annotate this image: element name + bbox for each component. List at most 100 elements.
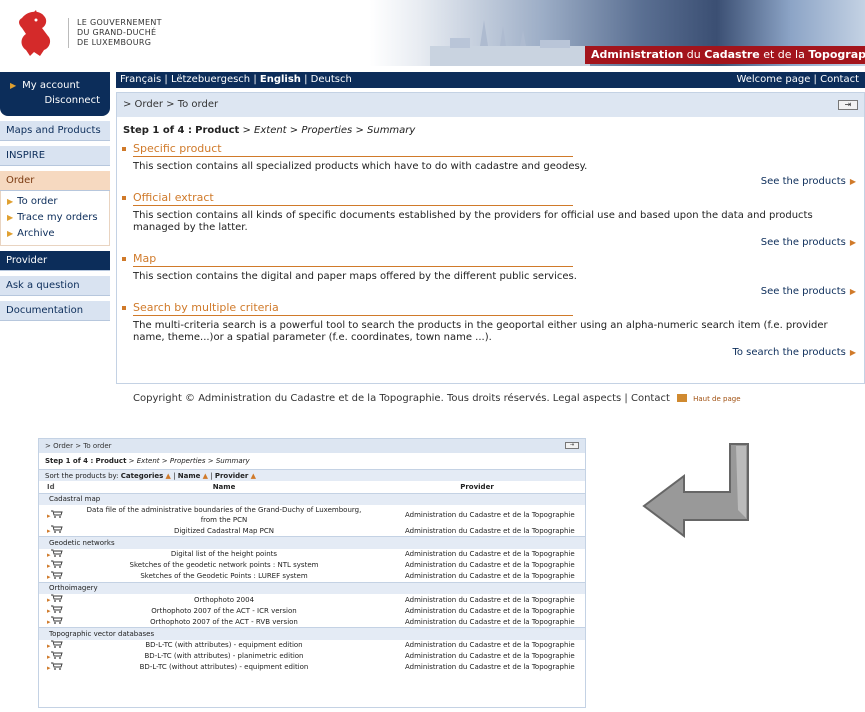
product-table: Id Name Provider Cadastral map ▸ Data file… bbox=[39, 481, 585, 673]
sort-up-icon[interactable]: ▲ bbox=[203, 472, 208, 480]
product-provider: Administration du Cadastre et de la Topo… bbox=[405, 617, 575, 626]
inset-step-indicator: Step 1 of 4 : Product > Extent > Propert… bbox=[39, 453, 585, 469]
sort-by-provider[interactable]: Provider bbox=[215, 472, 249, 480]
submenu-item-to-order[interactable]: ▶ To order bbox=[7, 194, 109, 210]
table-row[interactable]: ▸ Orthophoto 2007 of the ACT - RVB versio… bbox=[39, 616, 585, 628]
sidebar-item-provider[interactable]: Provider bbox=[0, 251, 110, 271]
step-current: Product bbox=[95, 457, 127, 465]
product-provider: Administration du Cadastre et de la Topo… bbox=[405, 550, 575, 558]
lang-letzebuergesch[interactable]: Lëtzebuergesch bbox=[171, 74, 250, 85]
sort-by-name[interactable]: Name bbox=[178, 472, 201, 480]
table-row[interactable]: ▸ Sketches of the geodetic network points… bbox=[39, 560, 585, 571]
sidebar-item-documentation[interactable]: Documentation bbox=[0, 301, 110, 321]
triangle-right-icon: ▶ bbox=[7, 213, 14, 222]
product-name[interactable]: BD-L-TC (with attributes) - equipment ed… bbox=[79, 640, 369, 651]
city-skyline-image bbox=[430, 20, 590, 66]
my-account-link[interactable]: ▶ My account bbox=[10, 80, 104, 91]
product-name[interactable]: BD-L-TC (with attributes) - planimetric … bbox=[79, 651, 369, 662]
link-label: See the products bbox=[760, 237, 846, 248]
table-header-row: Id Name Provider bbox=[39, 481, 585, 494]
shopping-cart-icon[interactable] bbox=[50, 525, 63, 533]
step-current: Product bbox=[195, 125, 240, 136]
shopping-cart-icon[interactable] bbox=[50, 605, 63, 613]
product-name[interactable]: Orthophoto 2004 bbox=[79, 594, 369, 605]
lang-english[interactable]: English bbox=[260, 74, 301, 85]
row-actions: ▸ bbox=[39, 560, 79, 571]
luxembourg-lion-logo-icon[interactable] bbox=[14, 8, 56, 58]
triangle-right-icon: ▶ bbox=[10, 81, 17, 90]
row-actions: ▸ bbox=[39, 651, 79, 662]
product-name[interactable]: BD-L-TC (without attributes) - equipment… bbox=[79, 662, 369, 673]
section-search-multiple-criteria: Search by multiple criteria The multi-cr… bbox=[117, 299, 864, 360]
product-provider: Administration du Cadastre et de la Topo… bbox=[405, 561, 575, 569]
search-products-link[interactable]: To search the products ▶ bbox=[133, 344, 856, 360]
row-actions: ▸ bbox=[39, 505, 79, 525]
sort-bar: Sort the products by: Categories ▲ | Nam… bbox=[39, 469, 585, 481]
table-row[interactable]: ▸ Sketches of the Geodetic Points : LUREF… bbox=[39, 571, 585, 583]
shopping-cart-icon[interactable] bbox=[50, 510, 63, 518]
table-row[interactable]: ▸ Digital list of the height points Admini… bbox=[39, 549, 585, 560]
product-list-screenshot: > Order > To order ⇥ Step 1 of 4 : Produ… bbox=[38, 438, 586, 708]
shopping-cart-icon[interactable] bbox=[50, 571, 63, 579]
see-products-link[interactable]: See the products ▶ bbox=[133, 173, 856, 189]
submenu-item-trace-my-orders[interactable]: ▶ Trace my orders bbox=[7, 210, 109, 226]
arrow-up-icon[interactable] bbox=[677, 394, 688, 402]
my-account-label: My account bbox=[22, 80, 80, 91]
sort-up-icon[interactable]: ▲ bbox=[251, 472, 256, 480]
product-name[interactable]: Orthophoto 2007 of the ACT - ICR version bbox=[79, 605, 369, 616]
back-to-top-link[interactable]: Haut de page bbox=[693, 395, 740, 403]
shopping-cart-icon[interactable] bbox=[50, 640, 63, 648]
breadcrumb[interactable]: > Order > To order bbox=[123, 99, 218, 110]
submenu-item-archive[interactable]: ▶ Archive bbox=[7, 226, 109, 242]
sort-by-categories[interactable]: Categories bbox=[121, 472, 164, 480]
table-row[interactable]: ▸ BD-L-TC (with attributes) - planimetric… bbox=[39, 651, 585, 662]
table-row[interactable]: ▸ Orthophoto 2007 of the ACT - ICR versio… bbox=[39, 605, 585, 616]
header-banner: Administration du Cadastre et de la Topo… bbox=[370, 0, 865, 66]
product-provider: Administration du Cadastre et de la Topo… bbox=[405, 511, 575, 519]
row-actions: ▸ bbox=[39, 640, 79, 651]
shopping-cart-icon[interactable] bbox=[50, 560, 63, 568]
shopping-cart-icon[interactable] bbox=[50, 594, 63, 602]
product-name[interactable]: Sketches of the geodetic network points … bbox=[79, 560, 369, 571]
category-label: Geodetic networks bbox=[39, 536, 585, 549]
sidebar-item-maps-and-products[interactable]: Maps and Products bbox=[0, 121, 110, 141]
contact-link[interactable]: Contact bbox=[820, 74, 859, 85]
welcome-page-link[interactable]: Welcome page bbox=[736, 74, 810, 85]
sidebar-item-order[interactable]: Order bbox=[0, 171, 110, 191]
product-name[interactable]: Digital list of the height points bbox=[79, 549, 369, 560]
sort-up-icon[interactable]: ▲ bbox=[166, 472, 171, 480]
table-row[interactable]: ▸ BD-L-TC (without attributes) - equipmen… bbox=[39, 662, 585, 673]
inset-back-arrow-button[interactable]: ⇥ bbox=[565, 442, 579, 449]
category-label: Cadastral map bbox=[39, 492, 585, 505]
step-rest: > Extent > Properties > Summary bbox=[239, 125, 416, 136]
product-name[interactable]: Orthophoto 2007 of the ACT - RVB version bbox=[79, 616, 369, 628]
step-indicator: Step 1 of 4 : Product > Extent > Propert… bbox=[117, 117, 864, 140]
product-name[interactable]: Sketches of the Geodetic Points : LUREF … bbox=[79, 571, 369, 583]
disconnect-link[interactable]: Disconnect bbox=[10, 95, 104, 106]
product-name[interactable]: Data file of the administrative boundari… bbox=[79, 505, 369, 525]
banner-title-part: Administration bbox=[591, 48, 684, 61]
see-products-link[interactable]: See the products ▶ bbox=[133, 234, 856, 250]
sidebar-item-ask-a-question[interactable]: Ask a question bbox=[0, 276, 110, 296]
shopping-cart-icon[interactable] bbox=[50, 616, 63, 624]
table-row[interactable]: ▸ Orthophoto 2004 Administration du Cadast… bbox=[39, 594, 585, 605]
lang-deutsch[interactable]: Deutsch bbox=[311, 74, 352, 85]
lang-francais[interactable]: Français bbox=[120, 74, 161, 85]
link-label: To search the products bbox=[732, 347, 846, 358]
triangle-right-icon: ▶ bbox=[849, 287, 856, 296]
table-row[interactable]: ▸ Data file of the administrative boundar… bbox=[39, 505, 585, 525]
shopping-cart-icon[interactable] bbox=[50, 549, 63, 557]
table-row[interactable]: ▸ Digitized Cadastral Map PCN Administrati… bbox=[39, 525, 585, 537]
shopping-cart-icon[interactable] bbox=[50, 651, 63, 659]
sidebar-item-inspire[interactable]: INSPIRE bbox=[0, 146, 110, 166]
shopping-cart-icon[interactable] bbox=[50, 662, 63, 670]
category-label: Orthoimagery bbox=[39, 581, 585, 594]
product-name[interactable]: Digitized Cadastral Map PCN bbox=[79, 525, 369, 537]
back-arrow-button[interactable]: ⇥ bbox=[838, 100, 858, 110]
section-official-extract: Official extract This section contains a… bbox=[117, 189, 864, 250]
inset-breadcrumb[interactable]: > Order > To order bbox=[45, 442, 112, 450]
separator: | bbox=[300, 74, 311, 85]
row-actions: ▸ bbox=[39, 594, 79, 605]
see-products-link[interactable]: See the products ▶ bbox=[133, 283, 856, 299]
table-row[interactable]: ▸ BD-L-TC (with attributes) - equipment e… bbox=[39, 640, 585, 651]
